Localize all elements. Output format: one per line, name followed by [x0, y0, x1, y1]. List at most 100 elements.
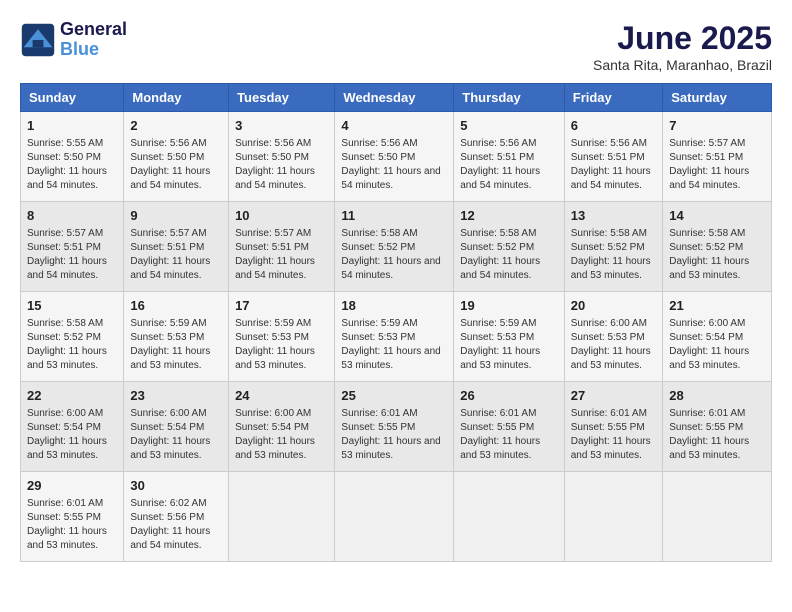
day-info: Sunrise: 5:58 AM Sunset: 5:52 PM Dayligh… — [27, 317, 117, 373]
day-info: Sunrise: 5:57 AM Sunset: 5:51 PM Dayligh… — [235, 227, 328, 283]
page-header: General Blue June 2025 Santa Rita, Maran… — [20, 20, 772, 73]
calendar-cell: 2 Sunrise: 5:56 AM Sunset: 5:50 PM Daylig… — [124, 112, 229, 202]
calendar-cell: 30 Sunrise: 6:02 AM Sunset: 5:56 PM Dayli… — [124, 472, 229, 562]
logo-line1: General — [60, 20, 127, 40]
calendar-cell: 17 Sunrise: 5:59 AM Sunset: 5:53 PM Dayli… — [229, 292, 335, 382]
calendar-header: SundayMondayTuesdayWednesdayThursdayFrid… — [21, 84, 772, 112]
calendar-cell: 20 Sunrise: 6:00 AM Sunset: 5:53 PM Dayli… — [564, 292, 662, 382]
day-info: Sunrise: 6:01 AM Sunset: 5:55 PM Dayligh… — [27, 497, 117, 553]
calendar-cell: 12 Sunrise: 5:58 AM Sunset: 5:52 PM Dayli… — [454, 202, 565, 292]
location-subtitle: Santa Rita, Maranhao, Brazil — [593, 57, 772, 73]
calendar-cell: 3 Sunrise: 5:56 AM Sunset: 5:50 PM Daylig… — [229, 112, 335, 202]
day-info: Sunrise: 5:59 AM Sunset: 5:53 PM Dayligh… — [235, 317, 328, 373]
day-number: 15 — [27, 297, 117, 315]
calendar-cell — [229, 472, 335, 562]
day-number: 12 — [460, 207, 558, 225]
calendar-cell: 27 Sunrise: 6:01 AM Sunset: 5:55 PM Dayli… — [564, 382, 662, 472]
calendar-cell: 21 Sunrise: 6:00 AM Sunset: 5:54 PM Dayli… — [663, 292, 772, 382]
day-number: 18 — [341, 297, 447, 315]
calendar-cell: 16 Sunrise: 5:59 AM Sunset: 5:53 PM Dayli… — [124, 292, 229, 382]
calendar-cell: 4Sunrise: 5:56 AM Sunset: 5:50 PM Daylig… — [335, 112, 454, 202]
day-info: Sunrise: 6:01 AM Sunset: 5:55 PM Dayligh… — [571, 407, 656, 463]
calendar-cell: 26Sunrise: 6:01 AM Sunset: 5:55 PM Dayli… — [454, 382, 565, 472]
day-number: 11 — [341, 207, 447, 225]
calendar-cell: 5 Sunrise: 5:56 AM Sunset: 5:51 PM Daylig… — [454, 112, 565, 202]
day-number: 4 — [341, 117, 447, 135]
calendar-cell: 15 Sunrise: 5:58 AM Sunset: 5:52 PM Dayli… — [21, 292, 124, 382]
day-number: 22 — [27, 387, 117, 405]
day-info: Sunrise: 5:56 AM Sunset: 5:50 PM Dayligh… — [235, 137, 328, 193]
day-info: Sunrise: 6:01 AM Sunset: 5:55 PM Dayligh… — [460, 407, 558, 463]
month-title: June 2025 — [593, 20, 772, 57]
day-info: Sunrise: 5:58 AM Sunset: 5:52 PM Dayligh… — [571, 227, 656, 283]
day-info: Sunrise: 5:57 AM Sunset: 5:51 PM Dayligh… — [130, 227, 222, 283]
calendar-cell: 19 Sunrise: 5:59 AM Sunset: 5:53 PM Dayli… — [454, 292, 565, 382]
week-row-5: 29Sunrise: 6:01 AM Sunset: 5:55 PM Dayli… — [21, 472, 772, 562]
day-info: Sunrise: 6:00 AM Sunset: 5:54 PM Dayligh… — [235, 407, 328, 463]
logo-line2: Blue — [60, 40, 127, 60]
day-number: 24 — [235, 387, 328, 405]
day-number: 1 — [27, 117, 117, 135]
calendar-cell: 22 Sunrise: 6:00 AM Sunset: 5:54 PM Dayli… — [21, 382, 124, 472]
day-number: 28 — [669, 387, 765, 405]
day-number: 14 — [669, 207, 765, 225]
calendar-body: 1 Sunrise: 5:55 AM Sunset: 5:50 PM Daylig… — [21, 112, 772, 562]
day-number: 27 — [571, 387, 656, 405]
day-number: 7 — [669, 117, 765, 135]
week-row-4: 22 Sunrise: 6:00 AM Sunset: 5:54 PM Dayli… — [21, 382, 772, 472]
day-number: 20 — [571, 297, 656, 315]
day-number: 13 — [571, 207, 656, 225]
day-info: Sunrise: 6:00 AM Sunset: 5:54 PM Dayligh… — [669, 317, 765, 373]
week-row-1: 1 Sunrise: 5:55 AM Sunset: 5:50 PM Daylig… — [21, 112, 772, 202]
day-info: Sunrise: 6:02 AM Sunset: 5:56 PM Dayligh… — [130, 497, 222, 553]
header-day-wednesday: Wednesday — [335, 84, 454, 112]
day-info: Sunrise: 5:58 AM Sunset: 5:52 PM Dayligh… — [460, 227, 558, 283]
day-number: 17 — [235, 297, 328, 315]
day-number: 19 — [460, 297, 558, 315]
day-info: Sunrise: 6:01 AM Sunset: 5:55 PM Dayligh… — [341, 407, 447, 463]
header-day-sunday: Sunday — [21, 84, 124, 112]
header-day-saturday: Saturday — [663, 84, 772, 112]
day-number: 30 — [130, 477, 222, 495]
day-info: Sunrise: 5:59 AM Sunset: 5:53 PM Dayligh… — [341, 317, 447, 373]
calendar-cell: 10Sunrise: 5:57 AM Sunset: 5:51 PM Dayli… — [229, 202, 335, 292]
day-info: Sunrise: 5:55 AM Sunset: 5:50 PM Dayligh… — [27, 137, 117, 193]
calendar-cell: 18 Sunrise: 5:59 AM Sunset: 5:53 PM Dayli… — [335, 292, 454, 382]
header-day-thursday: Thursday — [454, 84, 565, 112]
day-info: Sunrise: 5:59 AM Sunset: 5:53 PM Dayligh… — [130, 317, 222, 373]
calendar-cell: 7 Sunrise: 5:57 AM Sunset: 5:51 PM Daylig… — [663, 112, 772, 202]
day-info: Sunrise: 5:56 AM Sunset: 5:51 PM Dayligh… — [460, 137, 558, 193]
day-number: 5 — [460, 117, 558, 135]
day-number: 2 — [130, 117, 222, 135]
calendar-cell: 13 Sunrise: 5:58 AM Sunset: 5:52 PM Dayli… — [564, 202, 662, 292]
header-day-friday: Friday — [564, 84, 662, 112]
calendar-cell: 1 Sunrise: 5:55 AM Sunset: 5:50 PM Daylig… — [21, 112, 124, 202]
day-info: Sunrise: 5:56 AM Sunset: 5:51 PM Dayligh… — [571, 137, 656, 193]
day-info: Sunrise: 5:56 AM Sunset: 5:50 PM Dayligh… — [130, 137, 222, 193]
day-info: Sunrise: 6:00 AM Sunset: 5:54 PM Dayligh… — [27, 407, 117, 463]
calendar-cell: 23Sunrise: 6:00 AM Sunset: 5:54 PM Dayli… — [124, 382, 229, 472]
calendar-cell: 14Sunrise: 5:58 AM Sunset: 5:52 PM Dayli… — [663, 202, 772, 292]
calendar-cell — [663, 472, 772, 562]
week-row-3: 15 Sunrise: 5:58 AM Sunset: 5:52 PM Dayli… — [21, 292, 772, 382]
day-info: Sunrise: 6:01 AM Sunset: 5:55 PM Dayligh… — [669, 407, 765, 463]
day-number: 16 — [130, 297, 222, 315]
title-block: June 2025 Santa Rita, Maranhao, Brazil — [593, 20, 772, 73]
calendar-cell: 28 Sunrise: 6:01 AM Sunset: 5:55 PM Dayli… — [663, 382, 772, 472]
header-day-monday: Monday — [124, 84, 229, 112]
calendar-table: SundayMondayTuesdayWednesdayThursdayFrid… — [20, 83, 772, 562]
day-number: 6 — [571, 117, 656, 135]
calendar-cell: 25 Sunrise: 6:01 AM Sunset: 5:55 PM Dayli… — [335, 382, 454, 472]
day-number: 3 — [235, 117, 328, 135]
calendar-cell: 6 Sunrise: 5:56 AM Sunset: 5:51 PM Daylig… — [564, 112, 662, 202]
logo: General Blue — [20, 20, 127, 60]
day-number: 21 — [669, 297, 765, 315]
day-number: 25 — [341, 387, 447, 405]
logo-icon — [20, 22, 56, 58]
calendar-cell: 11Sunrise: 5:58 AM Sunset: 5:52 PM Dayli… — [335, 202, 454, 292]
header-day-tuesday: Tuesday — [229, 84, 335, 112]
day-info: Sunrise: 5:57 AM Sunset: 5:51 PM Dayligh… — [669, 137, 765, 193]
calendar-cell — [454, 472, 565, 562]
day-info: Sunrise: 5:59 AM Sunset: 5:53 PM Dayligh… — [460, 317, 558, 373]
day-info: Sunrise: 6:00 AM Sunset: 5:53 PM Dayligh… — [571, 317, 656, 373]
